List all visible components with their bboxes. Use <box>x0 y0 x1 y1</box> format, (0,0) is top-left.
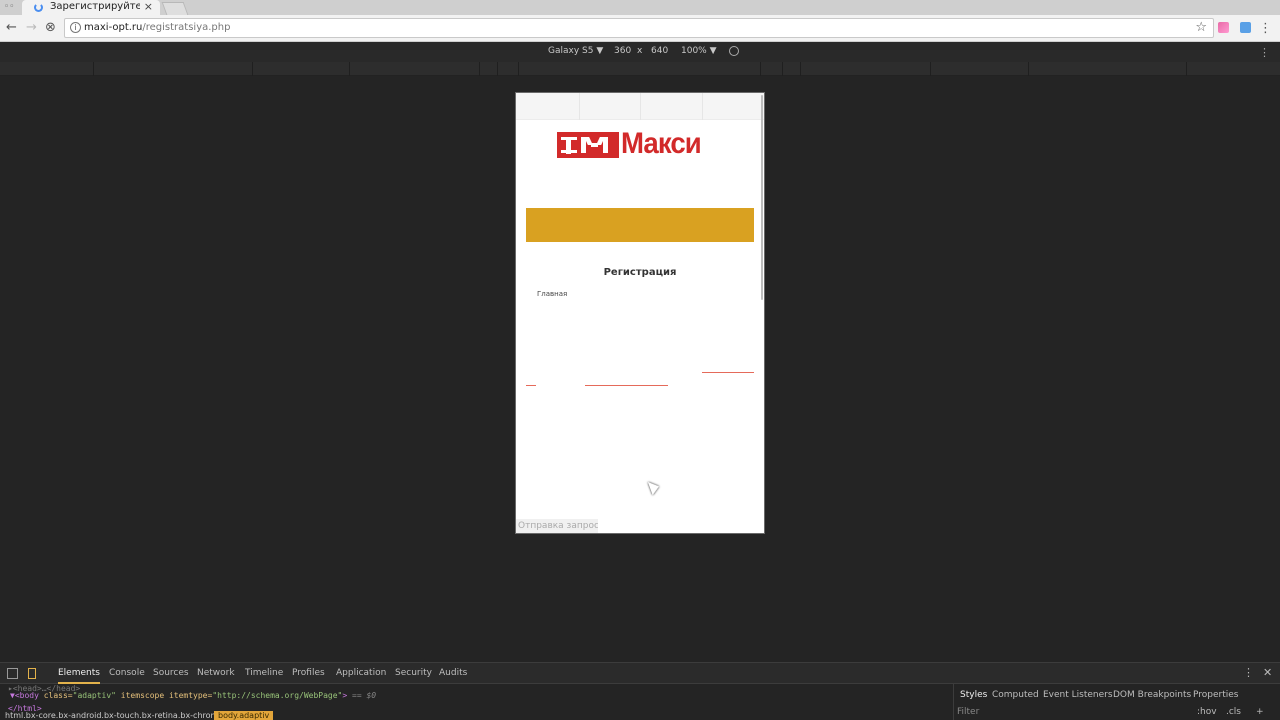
url-host: maxi-opt.ru <box>84 22 143 33</box>
tab-profiles[interactable]: Profiles <box>292 668 325 678</box>
tab-properties[interactable]: Properties <box>1193 690 1238 700</box>
tab-network[interactable]: Network <box>197 668 235 678</box>
dom-breadcrumbs: html.bx-core.bx-android.bx-touch.bx-reti… <box>0 711 945 720</box>
crumb-body[interactable]: body.adaptiv <box>214 711 274 720</box>
inspect-element-icon[interactable] <box>7 668 18 679</box>
url-text[interactable]: maxi-opt.ru/registratsiya.php <box>84 22 230 33</box>
logo-text: Макси <box>621 127 702 160</box>
device-width[interactable]: 360 <box>614 46 631 56</box>
loading-spinner-icon <box>34 3 43 12</box>
loading-status: Отправка запрос <box>516 519 598 533</box>
bookmark-star-icon[interactable]: ☆ <box>1195 20 1207 35</box>
tab-strip: ◦◦ Зарегистрируйтесь × <box>0 0 1280 15</box>
tab-title: Зарегистрируйтесь <box>50 1 140 12</box>
dom-node-body[interactable]: ▼<body class="adaptiv" itemscope itemtyp… <box>10 691 376 700</box>
extension-icon[interactable] <box>1240 22 1251 33</box>
styles-sidebar: Styles Computed Event Listeners DOM Brea… <box>953 684 1280 720</box>
form-field-underline[interactable] <box>702 372 754 373</box>
tab-styles[interactable]: Styles <box>960 690 987 700</box>
hover-state-toggle[interactable]: :hov <box>1197 707 1217 717</box>
device-height[interactable]: 640 <box>651 46 668 56</box>
form-field-underline[interactable] <box>526 385 536 386</box>
tab-close-icon[interactable]: × <box>144 0 153 13</box>
tab-console[interactable]: Console <box>109 668 145 678</box>
device-select[interactable]: Galaxy S5 ▼ <box>548 46 603 56</box>
breadcrumb-home-link[interactable]: Главная <box>537 290 567 298</box>
page-scrollbar[interactable] <box>761 95 763 300</box>
site-info-icon[interactable]: i <box>70 22 81 33</box>
rotate-icon[interactable] <box>729 46 739 56</box>
tab-elements[interactable]: Elements <box>58 668 100 684</box>
device-toolbar: Galaxy S5 ▼ 360 x 640 100% ▼ ⋮ <box>0 42 1280 62</box>
form-field-underline[interactable] <box>585 385 668 386</box>
forward-icon[interactable]: → <box>26 21 37 35</box>
tab-audits[interactable]: Audits <box>439 668 467 678</box>
tab-security[interactable]: Security <box>395 668 432 678</box>
browser-menu-icon[interactable]: ⋮ <box>1259 21 1272 36</box>
page-top-strip <box>516 93 764 120</box>
device-toolbar-menu-icon[interactable]: ⋮ <box>1259 46 1270 59</box>
tab-event-listeners[interactable]: Event Listeners <box>1043 690 1113 700</box>
tab-computed[interactable]: Computed <box>992 690 1039 700</box>
devtools-menu-icon[interactable]: ⋮ <box>1243 666 1254 679</box>
stop-loading-icon[interactable]: ⊗ <box>45 21 56 35</box>
window-menu-icon[interactable]: ◦◦ <box>4 2 16 12</box>
new-tab-button[interactable] <box>161 2 189 15</box>
devtools-panel: Elements Console Sources Network Timelin… <box>0 662 1280 720</box>
emulated-viewport[interactable]: Макси Регистрация Главная Отправка запро… <box>515 92 765 534</box>
browser-toolbar: ← → ⊗ i maxi-opt.ru/registratsiya.php ☆ … <box>0 15 1280 42</box>
logo-mark-icon <box>557 132 619 158</box>
media-query-bar[interactable] <box>0 62 1280 76</box>
device-mode-icon[interactable] <box>28 668 36 679</box>
tab-application[interactable]: Application <box>336 668 386 678</box>
devtools-tabbar: Elements Console Sources Network Timelin… <box>0 663 1280 684</box>
address-bar[interactable]: i maxi-opt.ru/registratsiya.php ☆ <box>64 18 1214 38</box>
styles-filter-input[interactable]: Filter <box>957 707 979 717</box>
site-nav-bar[interactable] <box>526 208 754 242</box>
browser-tab[interactable]: Зарегистрируйтесь × <box>22 0 160 15</box>
new-style-rule-button[interactable]: + <box>1256 707 1264 717</box>
tab-timeline[interactable]: Timeline <box>245 668 283 678</box>
class-toggle[interactable]: .cls <box>1226 707 1241 717</box>
back-icon[interactable]: ← <box>6 21 17 35</box>
url-path: /registratsiya.php <box>142 22 231 33</box>
devtools-close-icon[interactable]: ✕ <box>1263 666 1272 679</box>
page-title: Регистрация <box>603 267 677 278</box>
crumb-html[interactable]: html.bx-core.bx-android.bx-touch.bx-reti… <box>5 711 223 720</box>
tab-dom-breakpoints[interactable]: DOM Breakpoints <box>1113 690 1191 700</box>
tab-sources[interactable]: Sources <box>153 668 189 678</box>
zoom-select[interactable]: 100% ▼ <box>681 46 717 56</box>
extension-icon[interactable] <box>1218 22 1229 33</box>
dimension-separator: x <box>637 46 643 56</box>
site-logo[interactable]: Макси <box>557 127 727 161</box>
